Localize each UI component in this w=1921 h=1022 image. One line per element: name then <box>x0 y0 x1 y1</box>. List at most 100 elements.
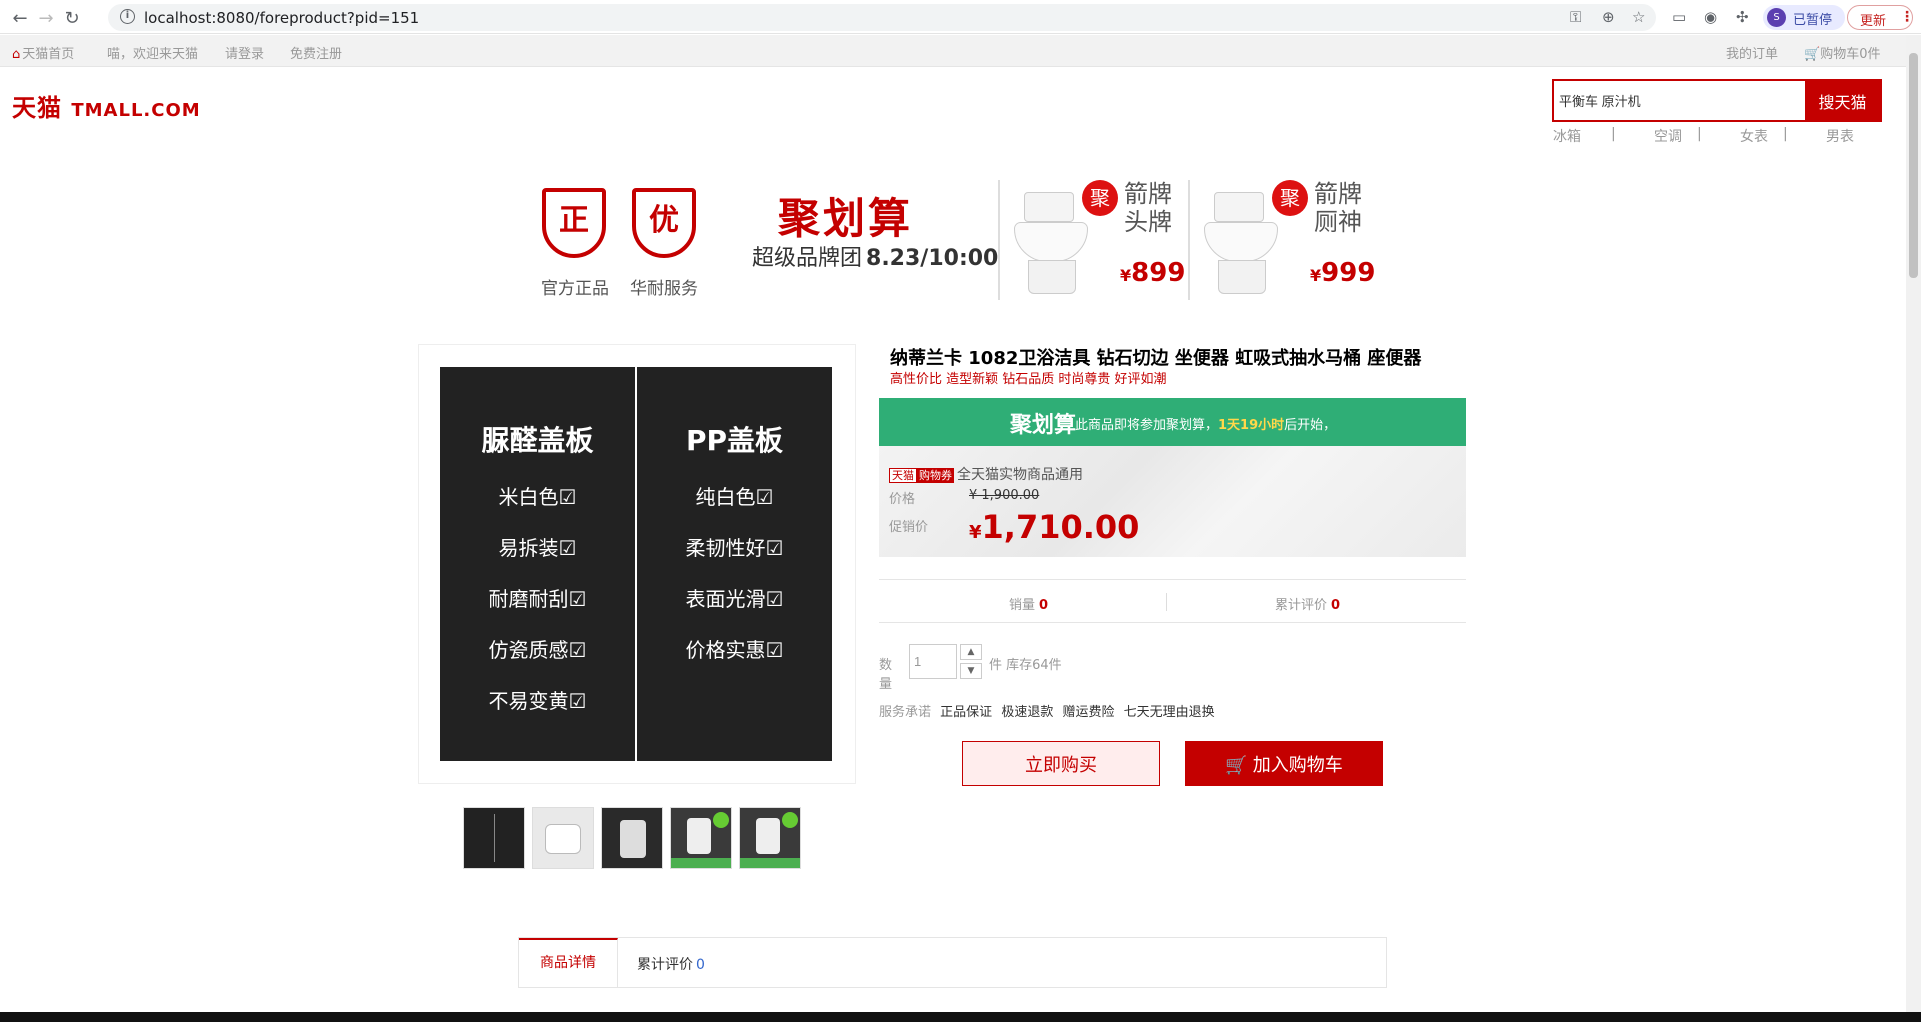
divider <box>1166 593 1167 611</box>
panel-feature: 易拆装☑ <box>498 536 577 560</box>
price-label: 价格 <box>889 492 916 507</box>
cast-icon[interactable]: ▭ <box>1672 8 1686 26</box>
juhua-ball-icon: 聚 <box>1082 180 1118 216</box>
thumbnail[interactable] <box>739 807 801 869</box>
page-scrollbar[interactable] <box>1906 35 1921 1012</box>
promo-price-label: 促销价 <box>889 520 929 535</box>
coupon-tag: 天猫 购物券 全天猫实物商品通用 <box>889 464 1083 484</box>
panel-feature: 不易变黄☑ <box>488 689 587 713</box>
thumbnail[interactable] <box>463 807 525 869</box>
tmall-logo[interactable]: 天猫 TMALL.COM <box>12 88 201 123</box>
taskbar <box>0 1012 1921 1022</box>
promo-item[interactable]: 聚 箭牌厕神 ¥999 <box>1188 180 1376 300</box>
home-icon: ⌂ <box>12 47 21 62</box>
hot-keyword[interactable]: 空调 <box>1654 126 1682 146</box>
cart-icon: 🛒 <box>1225 754 1248 775</box>
comparison-panel-left: 脲醛盖板 米白色☑ 易拆装☑ 耐磨耐刮☑ 仿瓷质感☑ 不易变黄☑ <box>440 367 635 761</box>
panel-feature: 纯白色☑ <box>695 485 774 509</box>
tab-reviews[interactable]: 累计评价 0 <box>637 954 705 974</box>
product-main-image: 脲醛盖板 米白色☑ 易拆装☑ 耐磨耐刮☑ 仿瓷质感☑ 不易变黄☑ PP盖板 纯白… <box>418 344 856 784</box>
panel-feature: 仿瓷质感☑ <box>488 638 587 662</box>
promo-price: ¥899 <box>1120 258 1186 288</box>
quantity-increase-icon[interactable]: ▲ <box>960 644 982 660</box>
cart-link[interactable]: 🛒购物车0件 <box>1804 43 1880 62</box>
price-box: 天猫 购物券 全天猫实物商品通用 价格 ¥ 1,900.00 促销价 ¥1,710.… <box>879 446 1466 557</box>
brand-banner[interactable]: 正 官方正品 优 华耐服务 聚划算 超级品牌团 8.23/10:00 聚 箭牌头牌… <box>530 170 1376 310</box>
update-button[interactable]: 更新 ⋮ <box>1847 5 1914 30</box>
update-label: 更新 <box>1860 14 1887 29</box>
sales-count: 销量 0 <box>1009 598 1049 613</box>
product-title: 纳蒂兰卡 1082卫浴洁具 钻石切边 坐便器 虹吸式抽水马桶 座便器 <box>890 348 1422 369</box>
site-info-icon[interactable]: i <box>120 9 135 24</box>
promo-item[interactable]: 聚 箭牌头牌 ¥899 <box>998 180 1186 300</box>
toilet-image <box>1010 192 1090 297</box>
service-promise: 服务承诺 正品保证 极速退款 赠运费险 七天无理由退换 <box>879 701 1215 720</box>
toilet-image <box>1200 192 1280 297</box>
juhua-notice-bar: 聚划算 此商品即将参加聚划算，1天19小时后开始， <box>879 398 1466 446</box>
thumbnail[interactable] <box>532 807 594 869</box>
panel-title: 脲醛盖板 <box>481 424 594 457</box>
add-to-cart-button[interactable]: 🛒 加入购物车 <box>1185 741 1383 786</box>
service-item[interactable]: 极速退款 <box>1001 705 1053 720</box>
camera-icon[interactable]: ◉ <box>1704 8 1717 26</box>
avatar: S <box>1767 8 1786 27</box>
search-button[interactable]: 搜天猫 <box>1805 81 1880 120</box>
sales-stats: 销量 0 累计评价 0 <box>879 579 1466 623</box>
quantity-decrease-icon[interactable]: ▼ <box>960 663 982 679</box>
separator: | <box>1611 126 1616 142</box>
home-link[interactable]: ⌂ 天猫首页 <box>12 43 74 62</box>
panel-title: PP盖板 <box>685 424 784 457</box>
reload-icon[interactable]: ↻ <box>62 8 82 29</box>
profile-button[interactable]: S 已暂停 <box>1763 5 1845 30</box>
service-label: 服务承诺 <box>879 705 932 720</box>
original-price: ¥ 1,900.00 <box>969 488 1040 503</box>
stock-text: 件 库存64件 <box>989 658 1062 673</box>
panel-feature: 价格实惠☑ <box>685 638 784 662</box>
juhua-ball-icon: 聚 <box>1272 180 1308 216</box>
zoom-icon[interactable]: ⊕ <box>1602 8 1615 26</box>
genuine-badge-icon: 正 <box>542 188 606 258</box>
login-link[interactable]: 请登录 <box>225 43 264 62</box>
forward-icon[interactable]: → <box>36 8 56 29</box>
back-icon[interactable]: ← <box>10 8 30 29</box>
hot-keyword[interactable]: 男表 <box>1826 126 1854 146</box>
star-icon[interactable]: ☆ <box>1632 8 1645 26</box>
service-item[interactable]: 七天无理由退换 <box>1124 705 1215 720</box>
extensions-icon[interactable]: ✣ <box>1736 8 1749 26</box>
key-icon[interactable]: ⚿ <box>1570 8 1581 26</box>
juhua-title: 聚划算 <box>778 194 914 243</box>
promo-price: ¥1,710.00 <box>969 508 1140 546</box>
scrollbar-thumb[interactable] <box>1909 53 1918 278</box>
thumbnail[interactable] <box>670 807 732 869</box>
juhua-notice: 此商品即将参加聚划算，1天19小时后开始， <box>1075 418 1337 433</box>
search-box: 搜天猫 <box>1552 79 1882 122</box>
thumbnail[interactable] <box>601 807 663 869</box>
promo-name: 箭牌头牌 <box>1124 180 1172 236</box>
separator: | <box>1697 126 1702 142</box>
service-item[interactable]: 赠运费险 <box>1062 705 1114 720</box>
search-input[interactable] <box>1554 81 1805 120</box>
panel-feature: 柔韧性好☑ <box>685 536 784 560</box>
review-count: 累计评价 0 <box>1275 598 1341 613</box>
tab-product-detail[interactable]: 商品详情 <box>519 938 618 988</box>
hot-keyword[interactable]: 冰箱 <box>1553 126 1581 146</box>
comparison-panel-right: PP盖板 纯白色☑ 柔韧性好☑ 表面光滑☑ 价格实惠☑ <box>637 367 832 761</box>
separator: | <box>1783 126 1788 142</box>
url-text[interactable]: localhost:8080/foreproduct?pid=151 <box>144 9 419 27</box>
promo-price: ¥999 <box>1310 258 1376 288</box>
register-link[interactable]: 免费注册 <box>290 43 342 62</box>
juhua-subtitle: 超级品牌团 8.23/10:00 <box>752 246 999 271</box>
hot-keyword[interactable]: 女表 <box>1740 126 1768 146</box>
quantity-input[interactable] <box>909 644 957 679</box>
my-orders-link[interactable]: 我的订单 <box>1726 43 1778 62</box>
cart-icon: 🛒 <box>1804 47 1821 62</box>
profile-status: 已暂停 <box>1793 13 1833 28</box>
address-bar[interactable]: i localhost:8080/foreproduct?pid=151 ⚿ ⊕… <box>108 4 1656 31</box>
badge-caption: 华耐服务 <box>630 279 698 299</box>
more-menu-icon[interactable]: ⋮ <box>1900 9 1914 25</box>
juhua-label: 聚划算 <box>1010 413 1077 438</box>
quantity-label: 数量 <box>879 658 893 692</box>
service-item[interactable]: 正品保证 <box>940 705 992 720</box>
buy-now-button[interactable]: 立即购买 <box>962 741 1160 786</box>
site-topbar: ⌂ 天猫首页 喵，欢迎来天猫 请登录 免费注册 我的订单 🛒购物车0件 <box>0 35 1906 67</box>
